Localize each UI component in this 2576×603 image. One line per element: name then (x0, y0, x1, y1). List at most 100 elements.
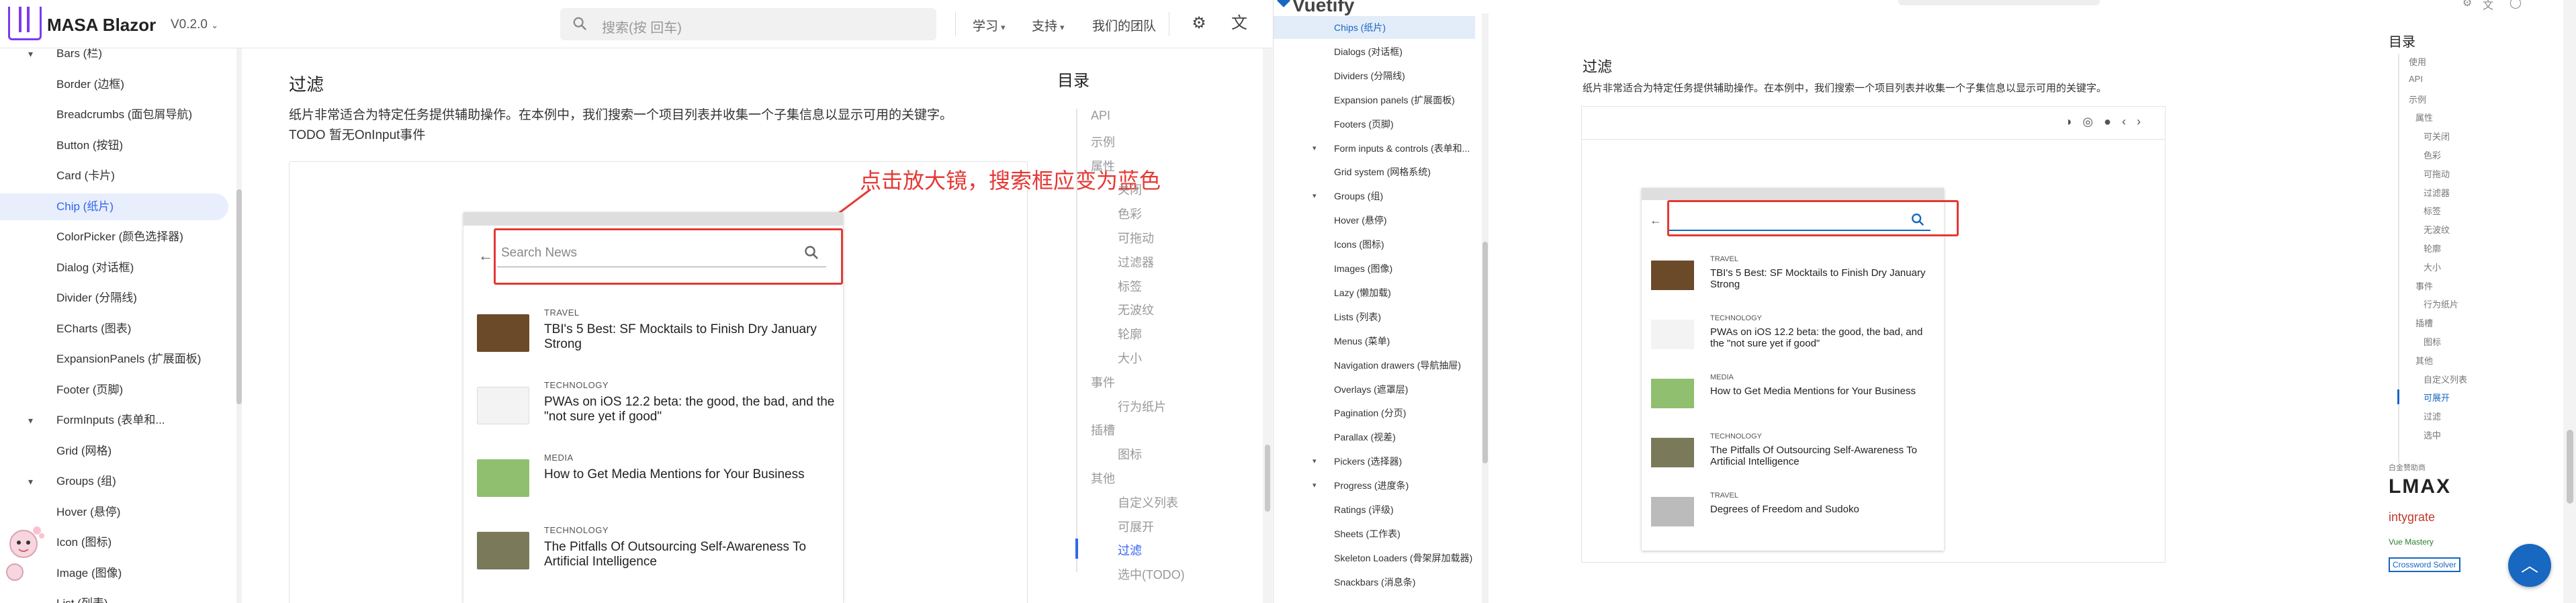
nav-learn[interactable]: 学习 ▾ (973, 16, 1006, 34)
toc-item[interactable]: 选中 (2424, 428, 2441, 441)
nav-team[interactable]: 我们的团队 (1092, 16, 1156, 34)
sidebar-item[interactable]: Expansion panels (扩展面板) (1274, 89, 1475, 111)
scrollbar-thumb[interactable] (236, 189, 242, 404)
toc-item[interactable]: 其他 (1091, 469, 1115, 487)
sidebar-item[interactable]: Chips (纸片) (1274, 16, 1475, 39)
sidebar-item[interactable]: ExpansionPanels (扩展面板) (0, 346, 228, 373)
toc-item[interactable]: 过滤器 (1118, 253, 1154, 271)
toc-item[interactable]: 事件 (1091, 373, 1115, 391)
theme-toggle-icon[interactable]: ◑ (2065, 115, 2083, 128)
toc-item[interactable]: API (1091, 109, 1110, 123)
toc-item[interactable]: 轮廓 (2424, 242, 2441, 254)
toc-item[interactable]: 色彩 (2424, 148, 2441, 161)
sidebar-item[interactable]: Pagination (分页) (1274, 402, 1475, 424)
toc-item[interactable]: 标签 (2424, 204, 2441, 217)
toc-item[interactable]: API (2409, 74, 2423, 84)
translate-icon[interactable]: 文 (1229, 13, 1249, 34)
sidebar-scrollbar[interactable] (1482, 13, 1489, 603)
sidebar-item[interactable]: Menus (菜单) (1274, 330, 1475, 353)
toc-item[interactable]: 可展开 (2424, 391, 2450, 404)
toc-item[interactable]: 属性 (1091, 157, 1115, 175)
toc-item[interactable]: 行为纸片 (1118, 398, 1166, 415)
nav-support[interactable]: 支持 ▾ (1032, 16, 1065, 34)
toc-item[interactable]: 自定义列表 (2424, 373, 2467, 385)
sidebar-item[interactable]: Border (边框) (0, 71, 228, 98)
toc-item[interactable]: 色彩 (1118, 205, 1142, 222)
toc-item[interactable]: 行为纸片 (2424, 297, 2458, 310)
toc-item[interactable]: 标签 (1118, 277, 1142, 295)
sponsor-crossword-solver[interactable]: Crossword Solver (2389, 557, 2460, 572)
codepen-icon[interactable]: ◎ (2082, 115, 2104, 128)
search-input[interactable] (1898, 0, 2100, 5)
toc-item[interactable]: 大小 (2424, 261, 2441, 273)
sidebar-item[interactable]: Lists (列表) (1274, 306, 1475, 328)
news-list-item[interactable]: TECHNOLOGY PWAs on iOS 12.2 beta: the goo… (1651, 314, 1940, 375)
github-icon[interactable]: ● (2104, 115, 2122, 128)
sidebar-item[interactable]: Footer (页脚) (0, 377, 228, 404)
toc-item[interactable]: 示例 (1091, 133, 1115, 150)
mascot-avatar-icon[interactable] (0, 517, 60, 591)
toc-item[interactable]: 其他 (2415, 354, 2433, 367)
language-icon[interactable]: 文 (2483, 0, 2493, 12)
toc-item[interactable]: 插槽 (1091, 421, 1115, 438)
sidebar-item[interactable]: ▾ FormInputs (表单和... (0, 407, 228, 434)
scrollbar-thumb[interactable] (1265, 445, 1270, 512)
sidebar-item[interactable]: Skeleton Loaders (骨架屏加载器) (1274, 547, 1475, 569)
scrollbar-thumb[interactable] (2567, 430, 2573, 504)
settings-gear-icon[interactable]: ⚙ (1189, 13, 1209, 34)
sidebar-scrollbar[interactable] (236, 48, 242, 603)
toc-item[interactable]: 可展开 (1118, 518, 1154, 535)
toc-item[interactable]: 图标 (1118, 445, 1142, 463)
sidebar-item[interactable]: Breadcrumbs (面包屑导航) (0, 101, 228, 128)
sidebar-item[interactable]: Hover (悬停) (1274, 209, 1475, 232)
toc-item[interactable]: 过滤器 (2424, 186, 2450, 199)
toc-item[interactable]: 可拖动 (2424, 167, 2450, 180)
toc-item[interactable]: 图标 (2424, 335, 2441, 348)
sidebar-item[interactable]: ▾ Form inputs & controls (表单和... (1274, 137, 1475, 160)
sidebar-item[interactable]: Dialogs (对话框) (1274, 40, 1475, 63)
sponsor-vue-mastery[interactable]: Vue Mastery (2389, 537, 2434, 547)
toc-item[interactable]: 使用 (2409, 55, 2426, 68)
sidebar-item[interactable]: Grid (网格) (0, 438, 228, 465)
scrollbar-thumb[interactable] (1482, 242, 1488, 463)
sidebar-item[interactable]: ColorPicker (颜色选择器) (0, 224, 228, 250)
sidebar-item[interactable]: ▾ Pickers (选择器) (1274, 450, 1475, 473)
code-view-icon[interactable]: ‹› (2122, 115, 2151, 128)
sidebar-item[interactable]: ▾ Progress (进度条) (1274, 474, 1475, 497)
sidebar-item[interactable]: Button (按钮) (0, 132, 228, 159)
toc-item[interactable]: 示例 (2409, 93, 2426, 105)
sidebar-item[interactable]: ▾ Groups (组) (1274, 185, 1475, 207)
sidebar-item[interactable]: Navigation drawers (导航抽屉) (1274, 354, 1475, 377)
scroll-to-top-button[interactable]: ︿ (2508, 544, 2551, 587)
brand-name[interactable]: MASA Blazor (47, 15, 156, 36)
sidebar-item[interactable]: Chip (纸片) (0, 193, 228, 220)
sidebar-item[interactable]: Divider (分隔线) (0, 285, 228, 312)
back-arrow-icon[interactable]: ← (478, 247, 493, 265)
sidebar-item[interactable]: Grid system (网格系统) (1274, 160, 1475, 183)
toc-item[interactable]: 插槽 (2415, 316, 2433, 329)
sidebar-item[interactable]: Footers (页脚) (1274, 113, 1475, 136)
news-list-item[interactable]: TECHNOLOGY The Pitfalls Of Outsourcing Se… (1651, 432, 1940, 493)
toc-item[interactable]: 关闭 (1118, 181, 1142, 198)
sidebar-item[interactable]: Images (图像) (1274, 257, 1475, 280)
sidebar-item[interactable]: ECharts (图表) (0, 316, 228, 342)
toc-item[interactable]: 过滤 (1118, 541, 1142, 559)
toc-item[interactable]: 无波纹 (1118, 301, 1154, 318)
toc-item[interactable]: 属性 (2415, 111, 2433, 124)
sponsor-lmax[interactable]: LMAX (2389, 475, 2451, 498)
toc-item[interactable]: 大小 (1118, 349, 1142, 367)
vuetify-logo-icon[interactable] (1277, 0, 1290, 7)
sidebar-item[interactable]: Overlays (遮罩层) (1274, 378, 1475, 401)
masa-logo-icon[interactable] (8, 7, 42, 40)
news-list-item[interactable]: TRAVEL Degrees of Freedom and Sudoko (1651, 492, 1940, 552)
sidebar-item[interactable]: Icons (图标) (1274, 233, 1475, 256)
sidebar-item[interactable]: Parallax (视差) (1274, 426, 1475, 449)
news-list-item[interactable]: TECHNOLOGY The Pitfalls Of Outsourcing Se… (477, 525, 833, 592)
search-input[interactable]: 搜索(按 回车) (560, 8, 936, 40)
sidebar-item[interactable]: ▾ Groups (组) (0, 468, 228, 495)
page-scrollbar[interactable] (2563, 0, 2576, 603)
notifications-icon[interactable]: ◯ (2510, 0, 2522, 9)
sidebar-item[interactable]: List (列表) (0, 590, 228, 603)
settings-icon[interactable]: ⚙ (2462, 0, 2472, 9)
toc-item[interactable]: 自定义列表 (1118, 494, 1178, 511)
